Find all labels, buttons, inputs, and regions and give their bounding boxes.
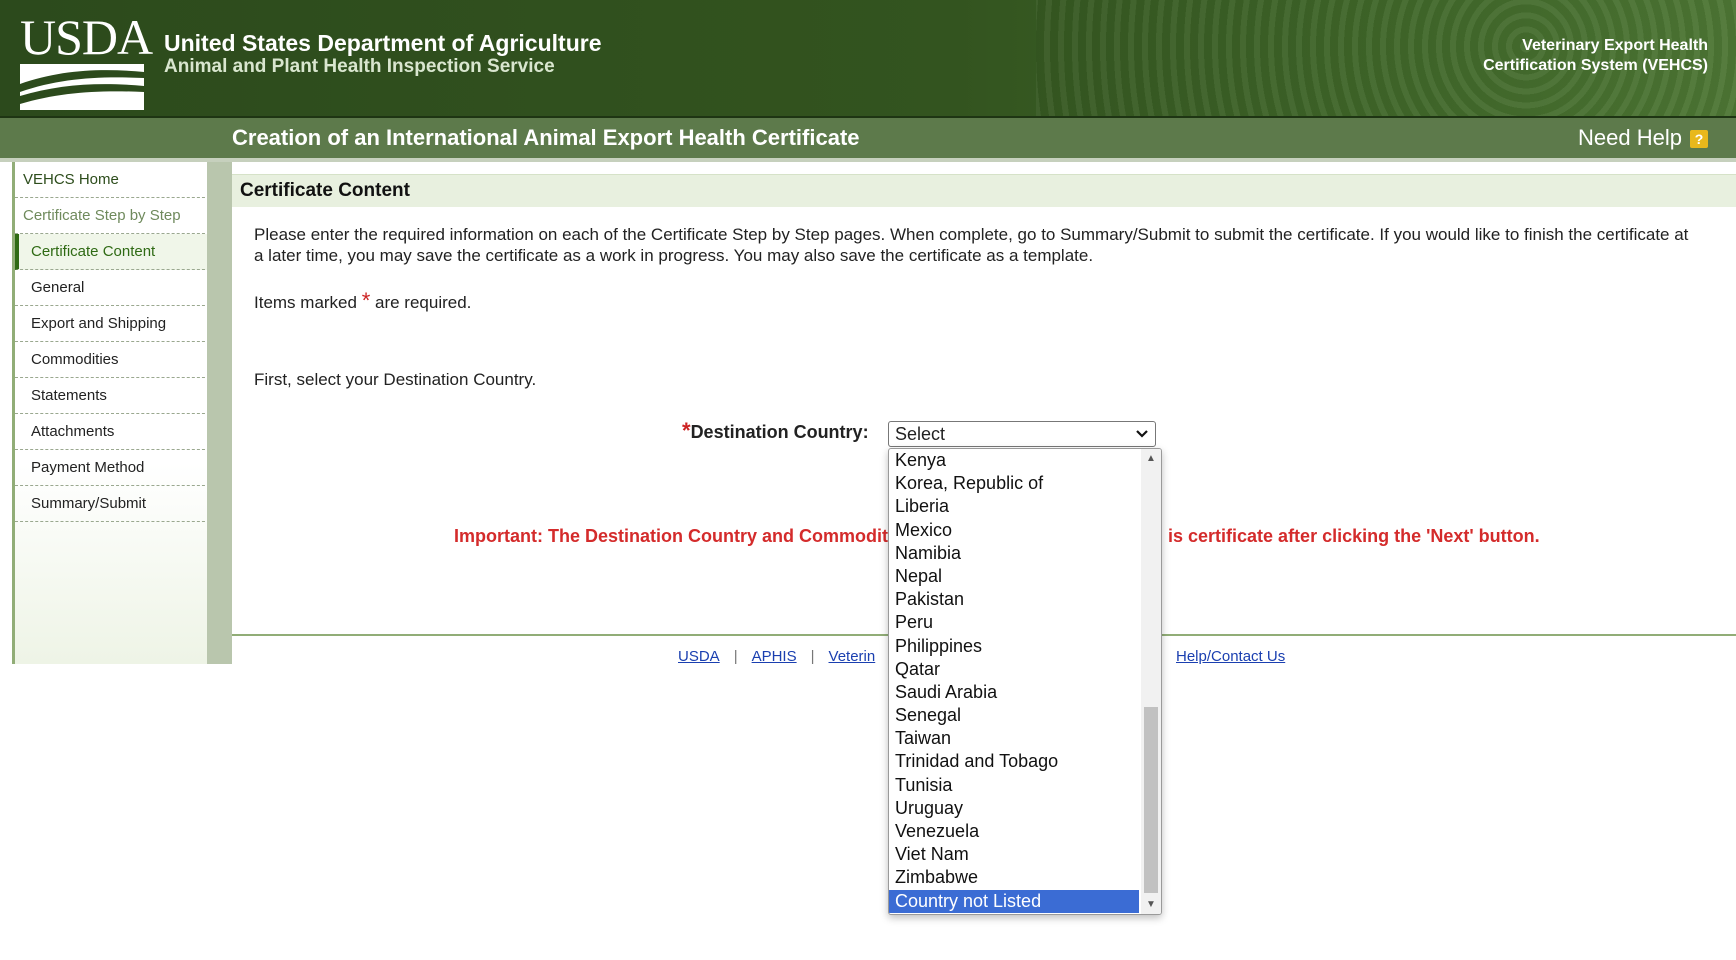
dropdown-option[interactable]: Pakistan [889,588,1139,611]
required-star: * [682,418,691,443]
footer-link-usda[interactable]: USDA [678,648,720,665]
dropdown-option[interactable]: Peru [889,611,1139,634]
dropdown-option[interactable]: Viet Nam [889,843,1139,866]
required-star: * [361,288,371,313]
dropdown-option[interactable]: Philippines [889,635,1139,658]
agency-subtitle: Animal and Plant Health Inspection Servi… [164,56,555,77]
site-header: USDA United States Department of Agricul… [0,0,1736,118]
important-note-right: is certificate after clicking the 'Next'… [1168,526,1540,546]
footer-separator: | [810,648,815,665]
sidebar-item-certificate-step-by-step[interactable]: Certificate Step by Step [15,198,210,234]
scroll-down-icon[interactable]: ▼ [1141,896,1161,914]
dropdown-option[interactable]: Country not Listed [889,889,1139,913]
dropdown-option[interactable]: Tunisia [889,774,1139,797]
need-help-link[interactable]: Need Help? [1578,125,1708,151]
dropdown-option[interactable]: Kenya [889,449,1139,472]
dropdown-option[interactable]: Saudi Arabia [889,681,1139,704]
dropdown-option[interactable]: Uruguay [889,797,1139,820]
important-note-left: Important: The Destination Country and C… [454,526,898,546]
sidebar-item-summary-submit[interactable]: Summary/Submit [15,486,210,522]
sidebar-nav: VEHCS Home Certificate Step by Step Cert… [12,162,210,664]
sidebar-item-general[interactable]: General [15,270,210,306]
destination-country-value: Select [895,424,946,444]
section-header: Certificate Content [232,174,1736,207]
footer-links: USDA | APHIS | Veterin [678,648,875,665]
destination-country-select[interactable]: Select [888,421,1156,447]
dropdown-options: Kenya Korea, Republic of Liberia Mexico Nami… [889,449,1139,913]
question-icon[interactable]: ? [1690,130,1708,149]
required-suffix: are required. [375,293,472,312]
footer-link-aphis[interactable]: APHIS [752,648,797,665]
destination-country-label: *Destination Country: [682,418,869,444]
system-name-line1: Veterinary Export Health [1522,37,1708,54]
system-name-line2: Certification System (VEHCS) [1483,57,1708,74]
footer-separator: | [733,648,738,665]
dropdown-option[interactable]: Nepal [889,565,1139,588]
section-title: Certificate Content [240,180,410,201]
sidebar-item-commodities[interactable]: Commodities [15,342,210,378]
required-prefix: Items marked [254,293,357,312]
sidebar-item-attachments[interactable]: Attachments [15,414,210,450]
dropdown-option[interactable]: Taiwan [889,727,1139,750]
dropdown-option[interactable]: Zimbabwe [889,866,1139,889]
scroll-up-icon[interactable]: ▲ [1141,449,1161,467]
dropdown-scrollbar[interactable]: ▲ ▼ [1141,449,1161,914]
logo-wordmark: USDA [20,9,153,65]
dropdown-option[interactable]: Namibia [889,542,1139,565]
dropdown-option[interactable]: Qatar [889,658,1139,681]
dropdown-option[interactable]: Senegal [889,704,1139,727]
sidebar-item-certificate-content[interactable]: Certificate Content [15,234,210,270]
destination-country-dropdown[interactable]: Kenya Korea, Republic of Liberia Mexico Nami… [888,448,1162,915]
instructions-text: Please enter the required information on… [254,225,1689,265]
agency-title: United States Department of Agriculture [164,30,602,56]
dropdown-option[interactable]: Liberia [889,495,1139,518]
sidebar-item-statements[interactable]: Statements [15,378,210,414]
need-help-label: Need Help [1578,125,1682,150]
usda-logo[interactable]: USDA [20,9,153,110]
footer-link-help-contact[interactable]: Help/Contact Us [1176,648,1285,665]
logo-field-graphic [20,64,144,110]
sidebar-item-payment-method[interactable]: Payment Method [15,450,210,486]
dropdown-option[interactable]: Trinidad and Tobago [889,750,1139,773]
sidebar-item-export-and-shipping[interactable]: Export and Shipping [15,306,210,342]
footer-link-veterinary[interactable]: Veterin [829,648,876,665]
dropdown-option[interactable]: Venezuela [889,820,1139,843]
dropdown-option[interactable]: Korea, Republic of [889,472,1139,495]
required-note: Items marked * are required. [254,288,471,314]
scroll-thumb[interactable] [1144,707,1158,893]
dropdown-option[interactable]: Mexico [889,519,1139,542]
logo-field-icon [20,70,144,104]
first-select-text: First, select your Destination Country. [254,370,537,389]
sidebar-rail [207,162,232,664]
destination-country-label-text: Destination Country: [690,422,869,442]
title-bar: Creation of an International Animal Expo… [0,118,1736,162]
system-name: Veterinary Export Health Certification S… [1408,36,1708,76]
page-title: Creation of an International Animal Expo… [232,125,860,150]
sidebar-item-vehcs-home[interactable]: VEHCS Home [15,162,210,198]
